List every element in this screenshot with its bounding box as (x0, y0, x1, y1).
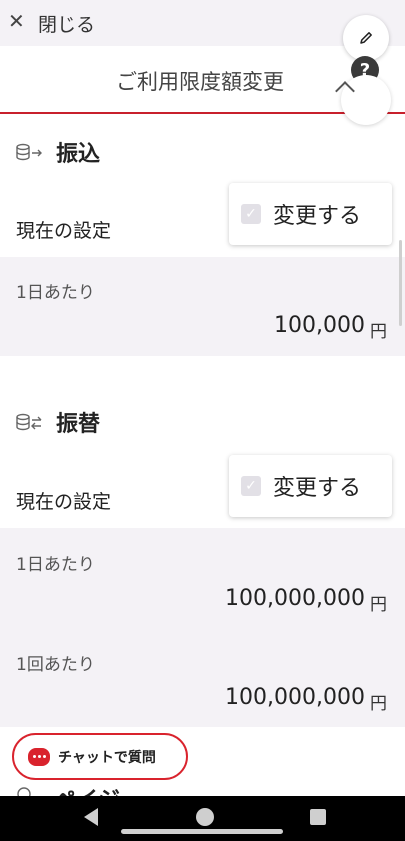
checkbox[interactable]: ✓ (241, 204, 261, 224)
per-day-value: 100,000,000 (225, 586, 365, 611)
scrollbar[interactable] (399, 240, 402, 326)
section-furikae-header: 振替 (16, 407, 100, 437)
chat-question-button[interactable]: チャットで質問 (12, 733, 188, 780)
section-title: 振替 (56, 412, 101, 437)
yen-unit: 円 (370, 694, 387, 714)
chat-bubble-icon (28, 747, 50, 766)
per-day-label: 1日あたり (16, 555, 95, 575)
change-button-furikomi[interactable]: ✓ 変更する (229, 183, 392, 245)
per-transaction-label: 1回あたり (16, 655, 95, 675)
limit-panel-furikomi: 1日あたり 100,000 円 (0, 257, 405, 356)
close-button[interactable]: 閉じる (38, 10, 95, 37)
section-furikomi-header: 振込 (16, 137, 100, 167)
edit-button[interactable] (343, 15, 389, 61)
change-button-label: 変更する (273, 204, 362, 229)
home-icon[interactable] (196, 808, 214, 826)
change-button-furikae[interactable]: ✓ 変更する (229, 455, 392, 517)
limit-panel-furikae: 1日あたり 100,000,000 円 1回あたり 100,000,000 円 (0, 528, 405, 727)
yen-unit: 円 (370, 595, 387, 615)
recent-apps-icon[interactable] (310, 809, 326, 825)
checkbox[interactable]: ✓ (241, 476, 261, 496)
per-day-label: 1日あたり (16, 283, 95, 303)
coins-transfer-icon (16, 413, 42, 431)
current-setting-label: 現在の設定 (16, 491, 112, 513)
per-transaction-value: 100,000,000 (225, 685, 365, 710)
floating-menu-button[interactable] (341, 75, 391, 125)
close-icon[interactable]: ✕ (8, 11, 26, 31)
system-nav-bar (0, 796, 405, 841)
change-button-label: 変更する (273, 476, 362, 501)
current-setting-label: 現在の設定 (16, 220, 112, 242)
coins-icon (17, 787, 31, 796)
back-icon[interactable] (84, 808, 98, 826)
chat-button-label: チャットで質問 (58, 749, 156, 766)
gesture-handle[interactable] (121, 829, 283, 834)
section-title-payeasy: ペイジー (54, 782, 142, 796)
coins-arrow-icon (16, 143, 42, 161)
section-title: 振込 (56, 142, 101, 167)
pencil-icon (360, 32, 372, 44)
yen-unit: 円 (370, 322, 387, 342)
per-day-value: 100,000 (274, 313, 365, 338)
